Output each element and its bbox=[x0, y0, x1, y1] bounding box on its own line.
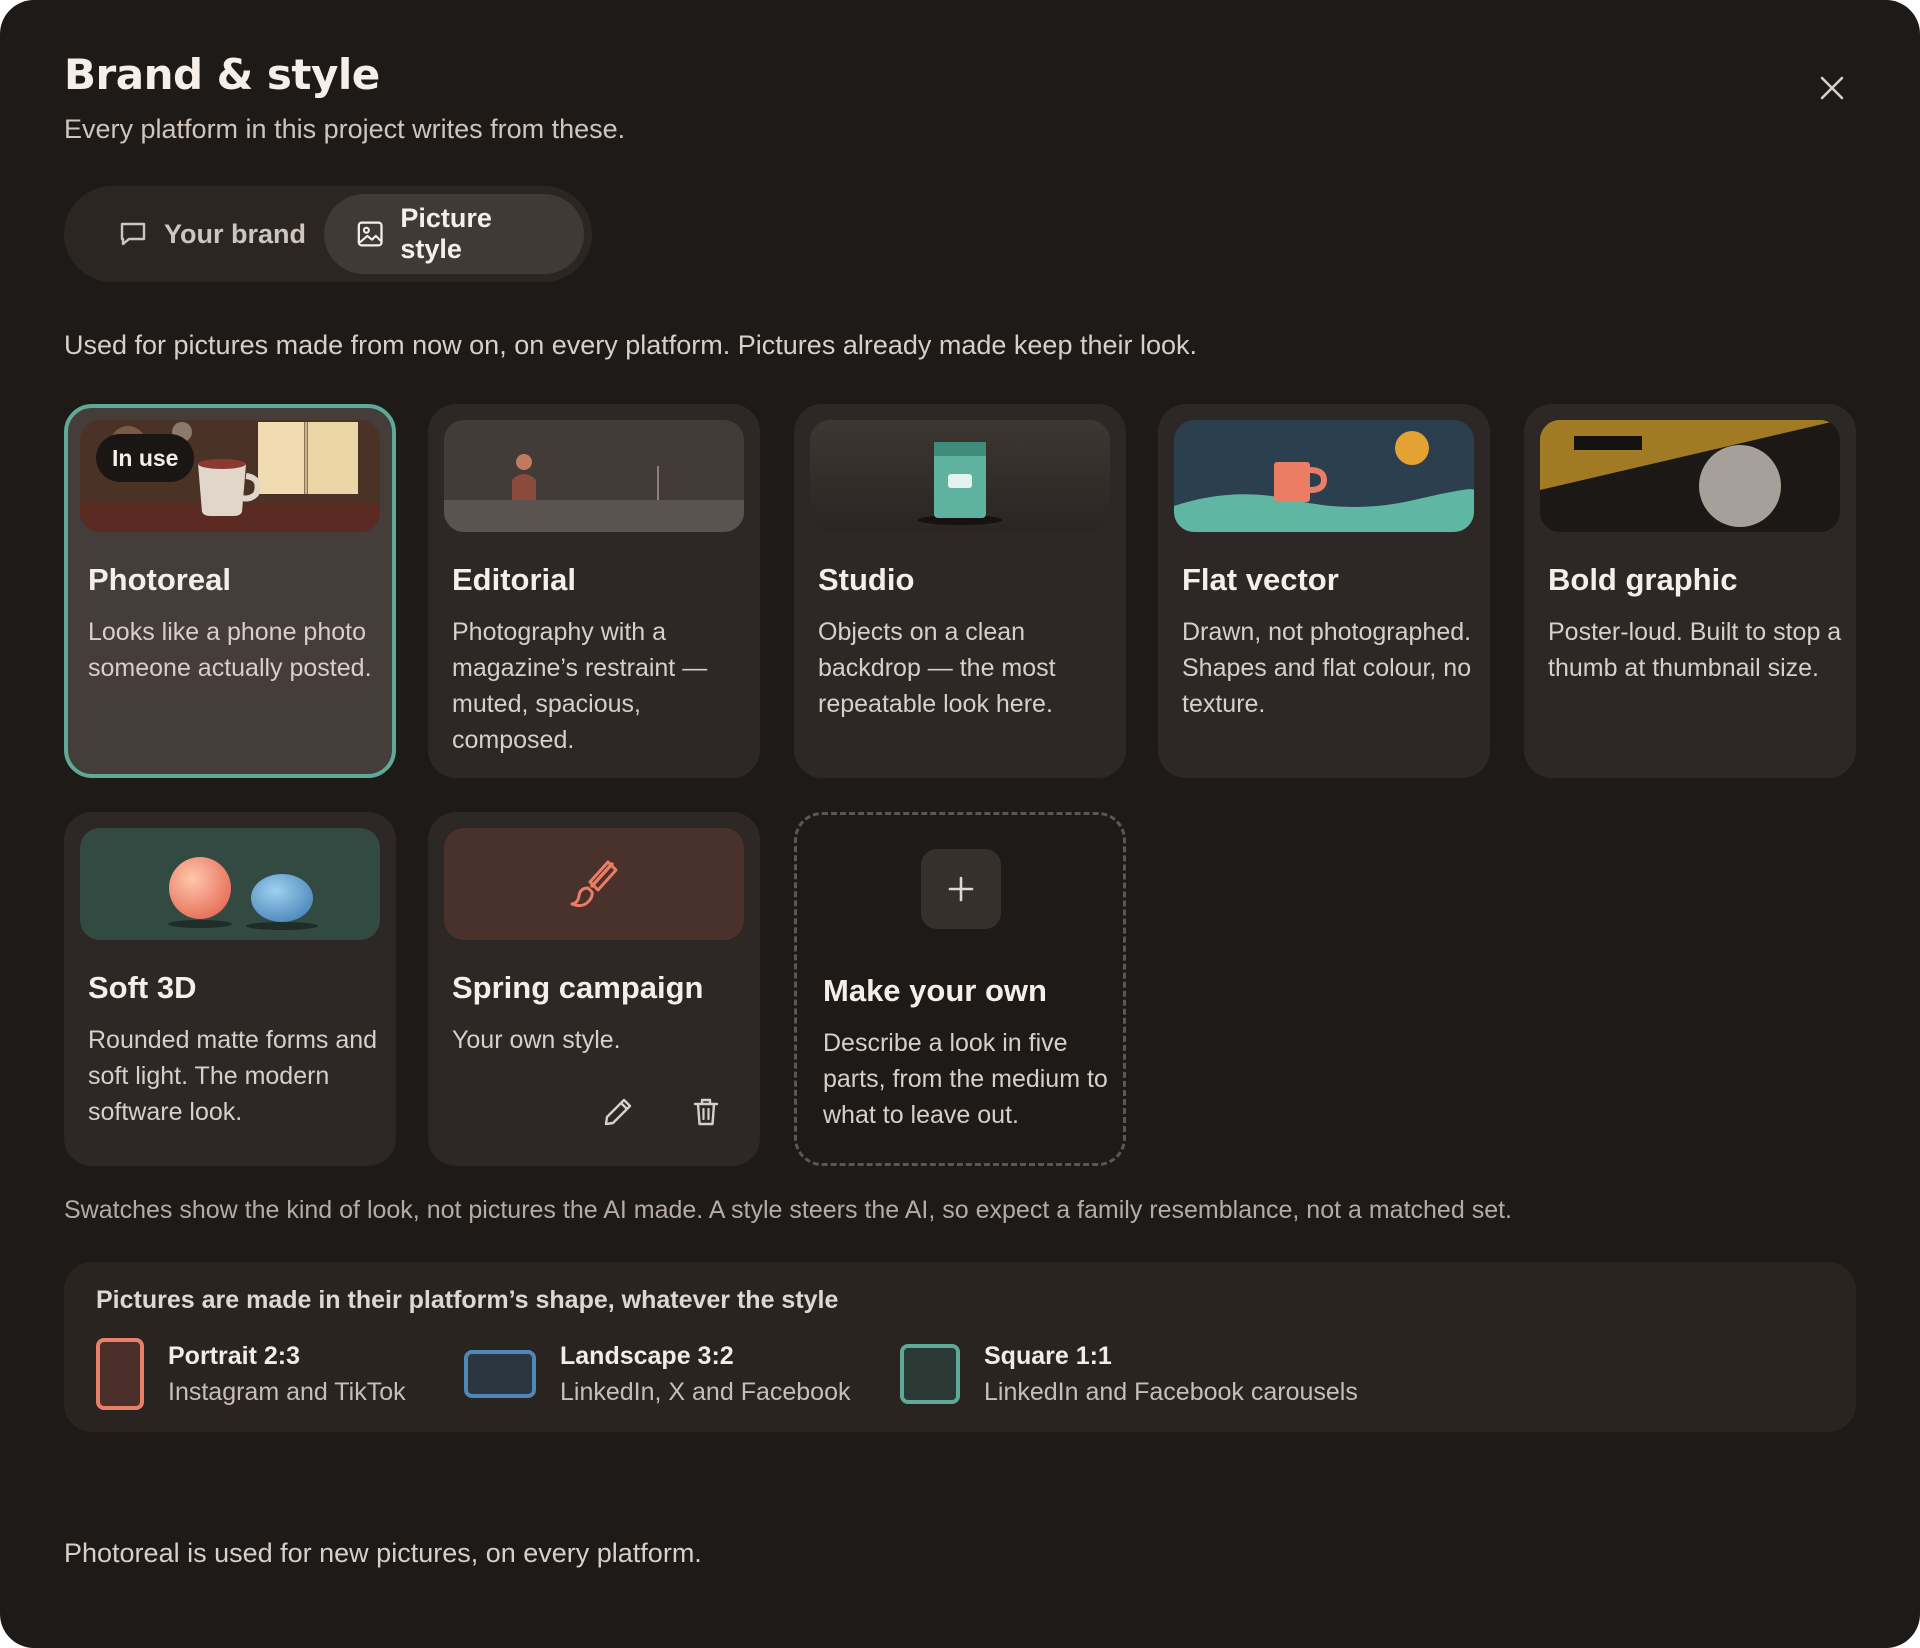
edit-style-button[interactable] bbox=[596, 1090, 640, 1134]
studio-swatch bbox=[810, 420, 1110, 532]
style-card-bold-graphic[interactable]: Bold graphic Poster-loud. Built to stop … bbox=[1524, 404, 1856, 778]
tab-your-brand-label: Your brand bbox=[164, 218, 307, 249]
shape-label: Portrait 2:3 bbox=[168, 1342, 300, 1370]
dialog-subtitle: Every platform in this project writes fr… bbox=[64, 114, 626, 144]
speech-bubble-icon bbox=[120, 222, 146, 246]
style-description: Objects on a clean backdrop — the most r… bbox=[818, 618, 1056, 718]
shape-square: Square 1:1 LinkedIn and Facebook carouse… bbox=[900, 1338, 1400, 1410]
add-style-button[interactable] bbox=[921, 849, 1001, 929]
style-card-soft-3d[interactable]: Soft 3D Rounded matte forms and soft lig… bbox=[64, 812, 396, 1166]
bold-graphic-swatch bbox=[1540, 420, 1840, 532]
brand-style-dialog: Brand & style Every platform in this pro… bbox=[0, 0, 1920, 1648]
shape-platforms: Instagram and TikTok bbox=[168, 1378, 406, 1406]
style-name: Editorial bbox=[452, 562, 577, 597]
tab-switcher: Your brand Picture style bbox=[64, 186, 592, 282]
style-description: Your own style. bbox=[452, 1026, 621, 1054]
style-description: Looks like a phone photo someone actuall… bbox=[88, 618, 372, 682]
style-description: Drawn, not photographed. Shapes and flat… bbox=[1182, 618, 1472, 718]
shape-label: Landscape 3:2 bbox=[560, 1342, 734, 1370]
close-button[interactable] bbox=[1812, 68, 1852, 108]
square-shape-icon bbox=[900, 1344, 960, 1404]
style-description: Rounded matte forms and soft light. The … bbox=[88, 1026, 378, 1126]
style-name: Bold graphic bbox=[1548, 562, 1738, 597]
style-name: Flat vector bbox=[1182, 562, 1339, 597]
make-your-own-description: Describe a look in five parts, from the … bbox=[823, 1029, 1108, 1129]
style-name: Photoreal bbox=[88, 562, 231, 597]
style-name: Soft 3D bbox=[88, 970, 197, 1005]
swatch-disclaimer: Swatches show the kind of look, not pict… bbox=[64, 1196, 1512, 1224]
delete-style-button[interactable] bbox=[684, 1090, 728, 1134]
tab-picture-style-label: Picture style bbox=[400, 203, 492, 264]
shape-platforms: LinkedIn, X and Facebook bbox=[560, 1378, 851, 1406]
trash-icon bbox=[693, 1098, 719, 1126]
soft-3d-swatch bbox=[80, 828, 380, 940]
landscape-shape-icon bbox=[464, 1350, 536, 1398]
tab-picture-style[interactable]: Picture style bbox=[324, 194, 584, 274]
style-name: Spring campaign bbox=[452, 970, 704, 1005]
style-card-flat-vector[interactable]: Flat vector Drawn, not photographed. Sha… bbox=[1158, 404, 1490, 778]
paintbrush-icon bbox=[570, 860, 618, 908]
in-use-badge: In use bbox=[96, 434, 195, 482]
flat-vector-swatch bbox=[1174, 420, 1474, 532]
shapes-title: Pictures are made in their platform’s sh… bbox=[96, 1286, 839, 1314]
editorial-swatch bbox=[444, 420, 744, 532]
style-description: Poster-loud. Built to stop a thumb at th… bbox=[1548, 618, 1842, 682]
make-your-own-title: Make your own bbox=[823, 973, 1047, 1008]
pencil-icon bbox=[604, 1098, 632, 1126]
close-icon bbox=[1820, 76, 1844, 100]
style-name: Studio bbox=[818, 562, 915, 597]
image-icon bbox=[357, 221, 383, 247]
plus-icon bbox=[948, 876, 974, 902]
style-card-editorial[interactable]: Editorial Photography with a magazine’s … bbox=[428, 404, 760, 778]
platform-shapes-panel: Pictures are made in their platform’s sh… bbox=[64, 1262, 1856, 1432]
shape-portrait: Portrait 2:3 Instagram and TikTok bbox=[96, 1338, 416, 1410]
current-style-status: Photoreal is used for new pictures, on e… bbox=[64, 1538, 702, 1568]
style-description: Photography with a magazine’s restraint … bbox=[452, 618, 708, 754]
spring-campaign-swatch bbox=[444, 828, 744, 940]
dialog-title: Brand & style bbox=[64, 50, 380, 99]
shape-label: Square 1:1 bbox=[984, 1342, 1112, 1370]
make-your-own-card[interactable]: Make your own Describe a look in five pa… bbox=[794, 812, 1126, 1166]
shape-landscape: Landscape 3:2 LinkedIn, X and Facebook bbox=[464, 1338, 850, 1410]
shape-platforms: LinkedIn and Facebook carousels bbox=[984, 1378, 1358, 1406]
style-card-studio[interactable]: Studio Objects on a clean backdrop — the… bbox=[794, 404, 1126, 778]
portrait-shape-icon bbox=[96, 1338, 144, 1410]
style-card-spring-campaign[interactable]: Spring campaign Your own style. bbox=[428, 812, 760, 1166]
style-note: Used for pictures made from now on, on e… bbox=[64, 330, 1198, 360]
